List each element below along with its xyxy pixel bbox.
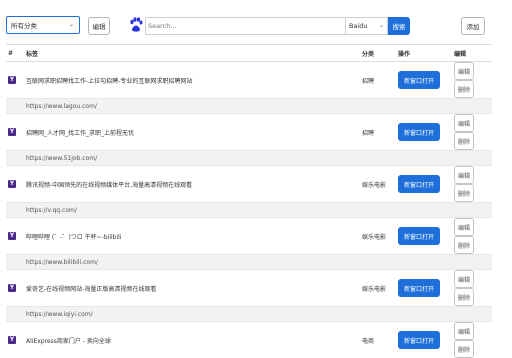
bookmark-url[interactable]: https://www.lagou.com/ [24,99,492,114]
add-button[interactable]: 添加 [461,17,485,35]
category-select[interactable]: 所有分类 ⌄ [6,16,80,34]
header-label: 标签 [24,45,360,62]
table-row: Y AliExpress商家门户 - 卖向全球 电商 新窗口打开 编辑删除 [6,322,492,358]
bookmark-category: 招聘 [360,62,396,99]
bookmark-category: 娱乐电影 [360,166,396,203]
search-placeholder: Search... [148,22,177,30]
url-row: https://v.qq.com/ [6,203,492,218]
search-input[interactable]: Search... [145,17,345,35]
row-edit-button[interactable]: 编辑 [454,322,474,340]
bookmark-title[interactable]: 腾讯视频-中国领先的在线视频媒体平台,海量高清视频在线观看 [24,166,360,203]
open-new-window-button[interactable]: 新窗口打开 [398,279,440,297]
row-delete-button[interactable]: 删除 [454,132,474,150]
table-row: Y 互联网求职招聘找工作-上拉勾招聘-专业的互联网求职招聘网站 招聘 新窗口打开… [6,62,492,99]
row-edit-button[interactable]: 编辑 [454,218,474,236]
bookmark-title[interactable]: 招聘网_人才网_找工作_求职_上前程无忧 [24,114,360,151]
header-edit: 编辑 [452,45,492,62]
chevron-down-icon: ⌄ [69,21,74,28]
bookmark-title[interactable]: 哔哩哔哩 (゜-゜)つロ 干杯~-bilibili [24,218,360,255]
bookmark-table: # 标签 分类 操作 编辑 Y 互联网求职招聘找工作-上拉勾招聘-专业的互联网求… [6,44,492,358]
bookmark-url[interactable]: https://www.bilibili.com/ [24,255,492,270]
chevron-down-icon: ⌄ [379,22,384,29]
table-row: Y 哔哩哔哩 (゜-゜)つロ 干杯~-bilibili 娱乐电影 新窗口打开 编… [6,218,492,255]
row-delete-button[interactable]: 删除 [454,184,474,202]
bookmark-url[interactable]: https://v.qq.com/ [24,203,492,218]
row-edit-button[interactable]: 编辑 [454,114,474,132]
open-new-window-button[interactable]: 新窗口打开 [398,331,440,349]
bookmark-category: 招聘 [360,114,396,151]
site-favicon-icon: Y [8,76,16,84]
open-new-window-button[interactable]: 新窗口打开 [398,71,440,89]
row-delete-button[interactable]: 删除 [454,80,474,98]
header-category: 分类 [360,45,396,62]
row-edit-button[interactable]: 编辑 [454,270,474,288]
bookmark-title[interactable]: AliExpress商家门户 - 卖向全球 [24,322,360,358]
row-delete-button[interactable]: 删除 [454,288,474,306]
url-row: https://www.51job.com/ [6,151,492,166]
site-favicon-icon: Y [8,336,16,344]
open-new-window-button[interactable]: 新窗口打开 [398,123,440,141]
engine-select[interactable]: Baidu ⌄ [345,17,388,35]
site-favicon-icon: Y [8,232,16,240]
url-row: https://www.lagou.com/ [6,99,492,114]
row-delete-button[interactable]: 删除 [454,236,474,254]
header-operation: 操作 [396,45,452,62]
category-select-value: 所有分类 [11,20,37,30]
url-row: https://www.iqiyi.com/ [6,307,492,322]
open-new-window-button[interactable]: 新窗口打开 [398,227,440,245]
table-row: Y 腾讯视频-中国领先的在线视频媒体平台,海量高清视频在线观看 娱乐电影 新窗口… [6,166,492,203]
table-row: Y 爱奇艺-在线视频网站-海量正版高清视频在线观看 娱乐电影 新窗口打开 编辑删… [6,270,492,307]
bookmark-category: 娱乐电影 [360,270,396,307]
site-favicon-icon: Y [8,128,16,136]
bookmark-category: 电商 [360,322,396,358]
table-header-row: # 标签 分类 操作 编辑 [6,45,492,62]
toolbar: 所有分类 ⌄ 编辑 Search... Baidu ⌄ 搜索 添加 [0,0,512,40]
url-row: https://www.bilibili.com/ [6,255,492,270]
bookmark-category: 娱乐电影 [360,218,396,255]
site-favicon-icon: Y [8,284,16,292]
table-row: Y 招聘网_人才网_找工作_求职_上前程无忧 招聘 新窗口打开 编辑删除 [6,114,492,151]
edit-button[interactable]: 编辑 [88,17,110,35]
bookmark-url[interactable]: https://www.51job.com/ [24,151,492,166]
engine-select-value: Baidu [349,22,368,30]
row-delete-button[interactable]: 删除 [454,340,474,358]
bookmark-title[interactable]: 互联网求职招聘找工作-上拉勾招聘-专业的互联网求职招聘网站 [24,62,360,99]
search-button[interactable]: 搜索 [388,17,410,35]
row-edit-button[interactable]: 编辑 [454,166,474,184]
site-favicon-icon: Y [8,180,16,188]
header-number: # [6,45,24,62]
open-new-window-button[interactable]: 新窗口打开 [398,175,440,193]
row-edit-button[interactable]: 编辑 [454,62,474,80]
bookmark-title[interactable]: 爱奇艺-在线视频网站-海量正版高清视频在线观看 [24,270,360,307]
bookmark-url[interactable]: https://www.iqiyi.com/ [24,307,492,322]
baidu-paw-icon [129,17,143,33]
